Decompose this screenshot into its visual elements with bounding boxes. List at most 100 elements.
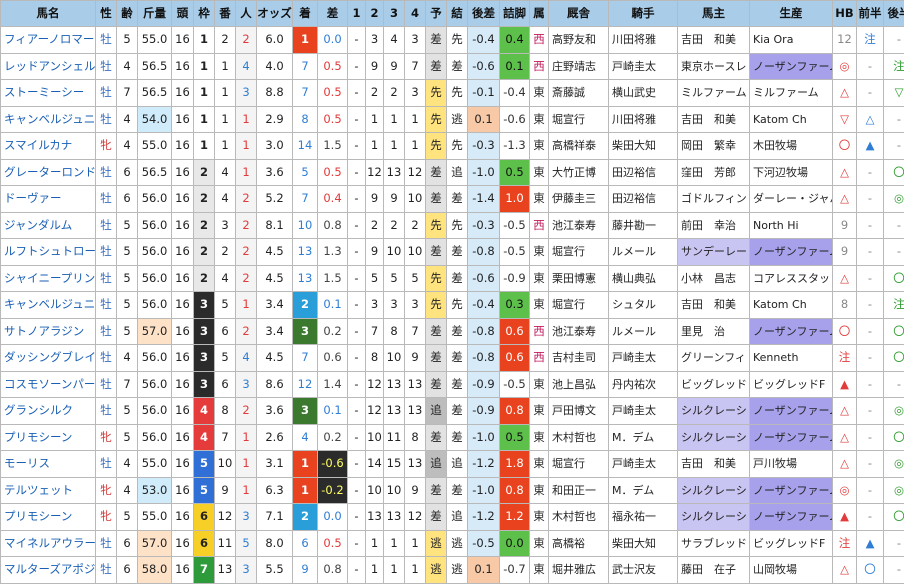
breeder-cell[interactable]: North Hi: [749, 211, 833, 239]
col-sex[interactable]: 性: [95, 0, 117, 27]
horse-name-link[interactable]: キャンベルジュニア: [0, 105, 96, 133]
stable-cell[interactable]: 池上昌弘: [548, 370, 609, 398]
owner-cell[interactable]: シルクレーシ: [677, 476, 750, 504]
stable-cell[interactable]: 戸田博文: [548, 397, 609, 425]
breeder-cell[interactable]: ノーザンファーム: [749, 238, 833, 266]
stable-cell[interactable]: 高野友和: [548, 26, 609, 54]
col-stable[interactable]: 厩舎: [548, 0, 609, 27]
owner-cell[interactable]: 藤田 在子: [677, 556, 750, 584]
table-row[interactable]: テルツェット牝 4 53.0 16 5 9 1 6.3 1 -0.2-10 10 9 差差 -1.0 0.8…: [0, 476, 904, 504]
jockey-cell[interactable]: 武士沢友: [608, 556, 678, 584]
jockey-cell[interactable]: 戸崎圭太: [608, 450, 678, 478]
col-owner[interactable]: 馬主: [677, 0, 750, 27]
jockey-cell[interactable]: 柴田大知: [608, 529, 678, 557]
table-row[interactable]: レッドアンシェル牡 4 56.5 16 1 1 4 4.0 7 0.5-9 9 7 差差 -0.6 0.1 西…: [0, 52, 904, 80]
table-row[interactable]: コスモソーンパーク牡756.0163638.6121.4-121313差差-0.…: [0, 370, 904, 398]
breeder-cell[interactable]: ノーザンファーム: [749, 503, 833, 531]
stable-cell[interactable]: 和田正一: [548, 476, 609, 504]
breeder-cell[interactable]: 戸川牧場: [749, 450, 833, 478]
table-row[interactable]: シャイニープリンス牡556.0162424.5131.5-555先差-0.6-0…: [0, 264, 904, 292]
table-row[interactable]: ドーヴァー牡 6 56.0 16 2 4 2 5.2 7 0.4-9 9 10 差差 -1.4 1.0 東伊藤…: [0, 185, 904, 213]
owner-cell[interactable]: 里見 治: [677, 317, 750, 345]
horse-name-link[interactable]: レッドアンシェル: [0, 52, 96, 80]
col-heads[interactable]: 頭: [171, 0, 194, 27]
breeder-cell[interactable]: Katom Ch: [749, 291, 833, 319]
col-odds[interactable]: オッズ: [256, 0, 293, 27]
jockey-cell[interactable]: ルメール: [608, 238, 678, 266]
owner-cell[interactable]: 東京ホースレ: [677, 52, 750, 80]
jockey-cell[interactable]: 横山典弘: [608, 264, 678, 292]
owner-cell[interactable]: 吉田 和美: [677, 105, 750, 133]
owner-cell[interactable]: ゴドルフィン: [677, 185, 750, 213]
stable-cell[interactable]: 栗田博憲: [548, 264, 609, 292]
jockey-cell[interactable]: 田辺裕信: [608, 158, 678, 186]
breeder-cell[interactable]: 木田牧場: [749, 132, 833, 160]
col-result[interactable]: 結: [446, 0, 468, 27]
jockey-cell[interactable]: 藤井勘一: [608, 211, 678, 239]
stable-cell[interactable]: 池江泰寿: [548, 211, 609, 239]
col-rank[interactable]: 着: [292, 0, 318, 27]
stable-cell[interactable]: 堀宣行: [548, 105, 609, 133]
breeder-cell[interactable]: ノーザンファーム: [749, 476, 833, 504]
col-number[interactable]: 番: [214, 0, 236, 27]
breeder-cell[interactable]: 下河辺牧場: [749, 158, 833, 186]
col-prediction[interactable]: 予: [425, 0, 447, 27]
jockey-cell[interactable]: 福永祐一: [608, 503, 678, 531]
jockey-cell[interactable]: シュタル: [608, 291, 678, 319]
col-kohan[interactable]: 後半: [883, 0, 904, 27]
horse-name-link[interactable]: ルフトシュトローム: [0, 238, 96, 266]
table-row[interactable]: スマイルカナ牝 4 55.0 16 1 1 1 3.0 14 1.5-1 1 1 先先 -0.3 -1.3 東…: [0, 132, 904, 160]
col-corner-4[interactable]: 4: [404, 0, 426, 27]
col-popularity[interactable]: 人: [235, 0, 257, 27]
table-row[interactable]: キャンベルジュニア牡454.0161112.980.5-111先逃0.1-0.6…: [0, 105, 904, 133]
owner-cell[interactable]: サンデーレー: [677, 238, 750, 266]
jockey-cell[interactable]: 戸崎圭太: [608, 344, 678, 372]
owner-cell[interactable]: シルクレーシ: [677, 423, 750, 451]
stable-cell[interactable]: 高橋裕: [548, 529, 609, 557]
horse-name-link[interactable]: ドーヴァー: [0, 185, 96, 213]
stable-cell[interactable]: 堀宣行: [548, 450, 609, 478]
horse-name-link[interactable]: キャンベルジュニア: [0, 291, 96, 319]
jockey-cell[interactable]: 田辺裕信: [608, 185, 678, 213]
table-row[interactable]: ストーミーシー牡 7 56.5 16 1 1 3 8.8 7 0.5-2 2 3 先先 -0.1 -0.4 東…: [0, 79, 904, 107]
breeder-cell[interactable]: ノーザンファーム: [749, 317, 833, 345]
owner-cell[interactable]: サラブレッド: [677, 529, 750, 557]
stable-cell[interactable]: 吉村圭司: [548, 344, 609, 372]
stable-cell[interactable]: 伊藤圭三: [548, 185, 609, 213]
col-weight[interactable]: 斤量: [137, 0, 172, 27]
col-region[interactable]: 属: [529, 0, 549, 27]
breeder-cell[interactable]: ノーザンファーム: [749, 397, 833, 425]
breeder-cell[interactable]: 山岡牧場: [749, 556, 833, 584]
owner-cell[interactable]: 前田 幸治: [677, 211, 750, 239]
horse-name-link[interactable]: スマイルカナ: [0, 132, 96, 160]
jockey-cell[interactable]: M．デム: [608, 423, 678, 451]
stable-cell[interactable]: 大竹正博: [548, 158, 609, 186]
breeder-cell[interactable]: コアレススタッド: [749, 264, 833, 292]
breeder-cell[interactable]: ビッグレッドF: [749, 370, 833, 398]
stable-cell[interactable]: 堀宣行: [548, 238, 609, 266]
col-age[interactable]: 齢: [116, 0, 138, 27]
owner-cell[interactable]: 岡田 繁幸: [677, 132, 750, 160]
jockey-cell[interactable]: 戸崎圭太: [608, 397, 678, 425]
col-frame[interactable]: 枠: [193, 0, 215, 27]
col-breeder[interactable]: 生産: [749, 0, 833, 27]
breeder-cell[interactable]: Kenneth: [749, 344, 833, 372]
jockey-cell[interactable]: 川田将雅: [608, 26, 678, 54]
horse-name-link[interactable]: モーリス: [0, 450, 96, 478]
horse-name-link[interactable]: ストーミーシー: [0, 79, 96, 107]
breeder-cell[interactable]: ミルファーム: [749, 79, 833, 107]
horse-name-link[interactable]: プリモシーン: [0, 503, 96, 531]
horse-name-link[interactable]: テルツェット: [0, 476, 96, 504]
table-row[interactable]: マイネルアウラート牡657.01661158.060.5-111逃逃-0.50.…: [0, 529, 904, 557]
breeder-cell[interactable]: ビッグレッドF: [749, 529, 833, 557]
col-corner-2[interactable]: 2: [365, 0, 384, 27]
col-tsume[interactable]: 詰脚: [499, 0, 530, 27]
breeder-cell[interactable]: Katom Ch: [749, 105, 833, 133]
horse-name-link[interactable]: フィアーノロマーノ: [0, 26, 96, 54]
table-row[interactable]: プリモシーン牝 5 56.0 16 4 7 1 2.6 4 0.2-10 11 8 差差 -1.0 0.5 東…: [0, 423, 904, 451]
horse-name-link[interactable]: シャイニープリンス: [0, 264, 96, 292]
horse-name-link[interactable]: マルターズアポジー: [0, 556, 96, 584]
owner-cell[interactable]: ミルファーム: [677, 79, 750, 107]
horse-name-link[interactable]: サトノアラジン: [0, 317, 96, 345]
breeder-cell[interactable]: ノーザンファーム: [749, 52, 833, 80]
